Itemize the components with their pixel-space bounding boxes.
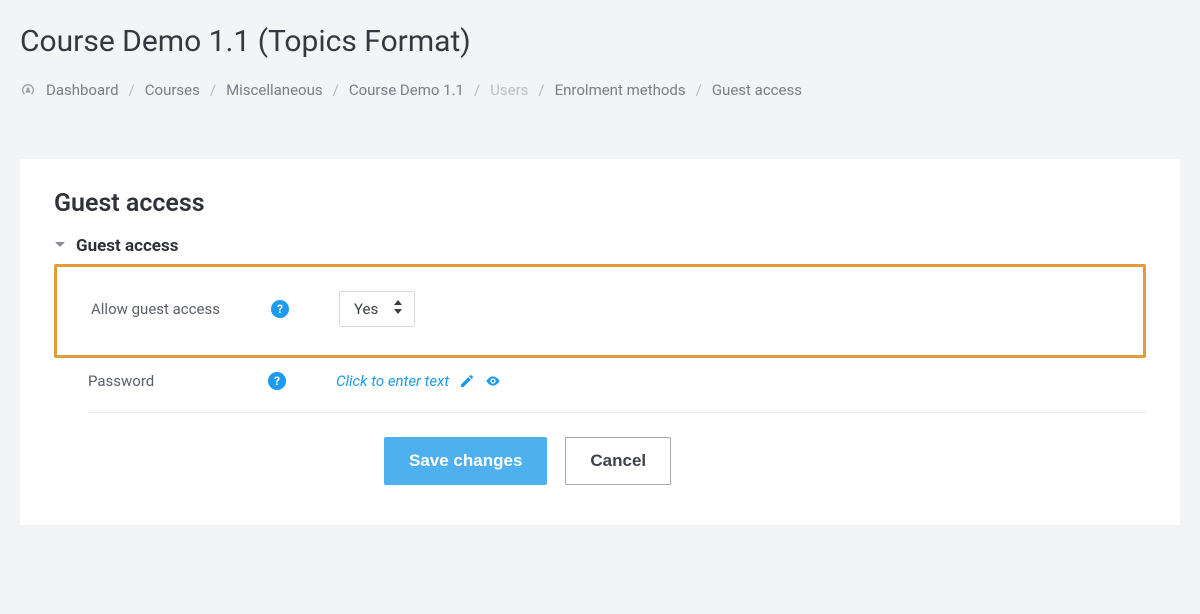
divider [88,412,1146,413]
eye-icon[interactable] [485,373,501,389]
row-allow-guest-access: Allow guest access ? Yes [57,277,1143,341]
breadcrumb-courses[interactable]: Courses [145,81,200,99]
row-password: Password ? Click to enter text [54,358,1146,404]
breadcrumb-guest-access[interactable]: Guest access [712,81,802,99]
section-toggle-guest-access[interactable]: Guest access [54,236,1146,256]
help-icon[interactable]: ? [271,300,289,318]
breadcrumb-miscellaneous[interactable]: Miscellaneous [226,81,323,99]
breadcrumb-separator: / [696,81,702,99]
breadcrumb-course-demo[interactable]: Course Demo 1.1 [349,81,464,99]
label-password: Password [88,372,268,390]
password-input-link[interactable]: Click to enter text [336,372,449,390]
section-title: Guest access [76,236,178,256]
save-button[interactable]: Save changes [384,437,547,485]
breadcrumb-separator: / [333,81,339,99]
form-actions: Save changes Cancel [54,437,1146,485]
settings-card: Guest access Guest access Allow guest ac… [20,159,1180,525]
breadcrumb-separator: / [210,81,216,99]
select-allow-guest-access[interactable]: Yes [339,291,415,327]
page-title: Course Demo 1.1 (Topics Format) [20,24,1180,59]
chevron-down-icon [54,237,66,255]
select-value[interactable]: Yes [339,291,415,327]
dashboard-icon [20,82,36,98]
help-icon[interactable]: ? [268,372,286,390]
breadcrumb: Dashboard / Courses / Miscellaneous / Co… [20,81,1180,99]
breadcrumb-separator: / [129,81,135,99]
pencil-icon[interactable] [459,373,475,389]
highlight-allow-guest-access: Allow guest access ? Yes [54,264,1146,358]
card-title: Guest access [54,189,1146,218]
breadcrumb-dashboard[interactable]: Dashboard [46,81,119,99]
breadcrumb-separator: / [538,81,544,99]
label-allow-guest-access: Allow guest access [91,300,271,318]
breadcrumb-separator: / [474,81,480,99]
breadcrumb-enrolment-methods[interactable]: Enrolment methods [555,81,686,99]
breadcrumb-users: Users [490,81,528,99]
cancel-button[interactable]: Cancel [565,437,671,485]
